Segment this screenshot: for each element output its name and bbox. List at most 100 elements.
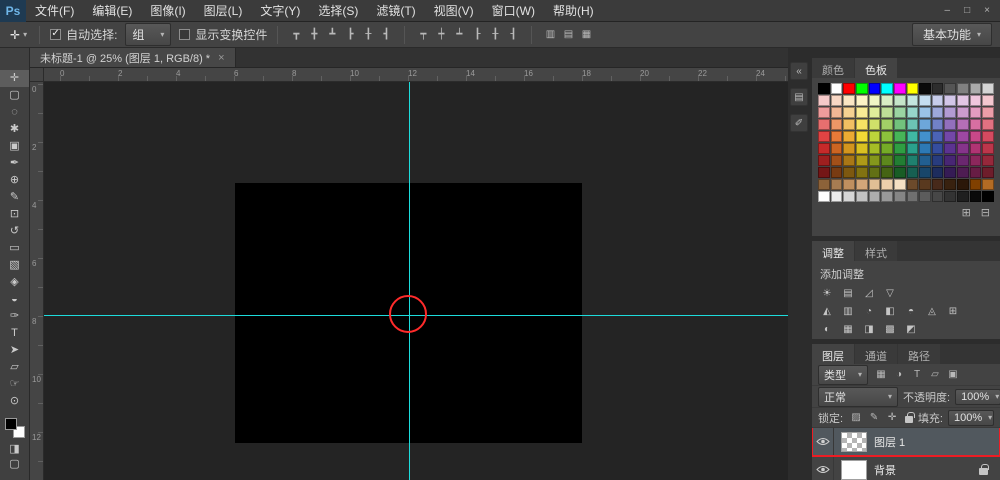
zoom-tool[interactable]: ⊙ <box>0 393 29 410</box>
foreground-background-colors[interactable] <box>5 418 25 438</box>
type-filter-icon[interactable]: T <box>909 367 925 383</box>
color-swatch[interactable] <box>869 191 881 202</box>
eyedropper-tool[interactable]: ✒ <box>0 155 29 172</box>
color-swatch[interactable] <box>944 83 956 94</box>
color-lookup-icon[interactable]: ⊞ <box>944 304 962 319</box>
color-swatch[interactable] <box>818 83 830 94</box>
color-swatch[interactable] <box>907 155 919 166</box>
color-swatch[interactable] <box>818 119 830 130</box>
color-swatch[interactable] <box>907 143 919 154</box>
align-left-edges-icon[interactable]: ┣ <box>342 27 358 43</box>
document-canvas[interactable] <box>44 82 788 480</box>
color-swatch[interactable] <box>843 83 855 94</box>
quick-selection-tool[interactable]: ✱ <box>0 121 29 138</box>
color-swatch[interactable] <box>856 83 868 94</box>
color-swatch[interactable] <box>831 131 843 142</box>
color-swatch[interactable] <box>907 167 919 178</box>
color-swatch[interactable] <box>843 107 855 118</box>
vibrance-icon[interactable]: ◭ <box>818 304 836 319</box>
color-swatch[interactable] <box>957 167 969 178</box>
color-swatch[interactable] <box>970 95 982 106</box>
clone-stamp-tool[interactable]: ⊡ <box>0 206 29 223</box>
color-swatch[interactable] <box>881 107 893 118</box>
threshold-icon[interactable]: ◨ <box>860 322 878 337</box>
menu-item[interactable]: 文件(F) <box>26 0 83 21</box>
black-white-icon[interactable]: ◧ <box>881 304 899 319</box>
color-swatch[interactable] <box>970 167 982 178</box>
color-swatch[interactable] <box>970 119 982 130</box>
menu-item[interactable]: 帮助(H) <box>544 0 603 21</box>
auto-align-layers-icon[interactable]: ▦ <box>578 27 594 43</box>
hue-saturation-icon[interactable]: ▥ <box>839 304 857 319</box>
color-swatch[interactable] <box>970 143 982 154</box>
color-swatch[interactable] <box>932 179 944 190</box>
photo-filter-icon[interactable]: ◓ <box>902 304 920 319</box>
gradient-tool[interactable]: ▧ <box>0 257 29 274</box>
color-swatch[interactable] <box>869 167 881 178</box>
document-tab[interactable]: 未标题-1 @ 25% (图层 1, RGB/8) * × <box>30 48 236 67</box>
color-swatch[interactable] <box>881 143 893 154</box>
color-swatch[interactable] <box>982 119 994 130</box>
color-swatch[interactable] <box>932 167 944 178</box>
color-swatch[interactable] <box>919 155 931 166</box>
checkbox-box[interactable]: ✓ <box>50 29 61 40</box>
color-swatch[interactable] <box>932 119 944 130</box>
color-swatch[interactable] <box>894 83 906 94</box>
menu-item[interactable]: 窗口(W) <box>483 0 544 21</box>
color-swatch[interactable] <box>944 119 956 130</box>
color-swatch[interactable] <box>881 95 893 106</box>
selective-color-icon[interactable]: ◩ <box>902 322 920 337</box>
color-swatch[interactable] <box>957 83 969 94</box>
color-swatch[interactable] <box>919 131 931 142</box>
close-tab-icon[interactable]: × <box>218 52 224 64</box>
color-swatch[interactable] <box>856 107 868 118</box>
distribute-widths-icon[interactable]: ▥ <box>542 27 558 43</box>
color-swatch[interactable] <box>856 167 868 178</box>
menu-item[interactable]: 视图(V) <box>425 0 483 21</box>
layer-row-background[interactable]: 背景 <box>812 456 1000 480</box>
color-swatch[interactable] <box>856 191 868 202</box>
new-swatch-icon[interactable]: ⊞ <box>962 206 971 219</box>
color-swatch[interactable] <box>831 143 843 154</box>
color-swatch[interactable] <box>957 107 969 118</box>
blur-tool[interactable]: ◈ <box>0 274 29 291</box>
color-swatch[interactable] <box>831 119 843 130</box>
color-swatch[interactable] <box>831 167 843 178</box>
crop-tool[interactable]: ▣ <box>0 138 29 155</box>
color-swatch[interactable] <box>944 191 956 202</box>
color-swatch[interactable] <box>944 155 956 166</box>
menu-item[interactable]: 文字(Y) <box>251 0 309 21</box>
color-swatch[interactable] <box>818 107 830 118</box>
color-swatch[interactable] <box>932 95 944 106</box>
color-swatch[interactable] <box>831 107 843 118</box>
color-swatch[interactable] <box>843 131 855 142</box>
tab-layers[interactable]: 图层 <box>812 344 854 364</box>
lock-transparent-pixels-icon[interactable]: ▨ <box>848 410 864 426</box>
color-swatch[interactable] <box>919 191 931 202</box>
posterize-icon[interactable]: ▦ <box>839 322 857 337</box>
color-swatch[interactable] <box>881 167 893 178</box>
menu-item[interactable]: 图层(L) <box>195 0 252 21</box>
color-swatch[interactable] <box>894 167 906 178</box>
color-swatch[interactable] <box>894 119 906 130</box>
menu-item[interactable]: 滤镜(T) <box>367 0 424 21</box>
color-swatch[interactable] <box>982 83 994 94</box>
color-swatch[interactable] <box>919 119 931 130</box>
exposure-icon[interactable]: ▽ <box>881 286 899 301</box>
color-swatch[interactable] <box>843 167 855 178</box>
color-swatch[interactable] <box>957 143 969 154</box>
foreground-color-swatch[interactable] <box>5 418 17 430</box>
color-swatch[interactable] <box>907 179 919 190</box>
color-swatch[interactable] <box>831 155 843 166</box>
tab-styles[interactable]: 样式 <box>855 241 897 261</box>
color-swatch[interactable] <box>919 107 931 118</box>
align-right-edges-icon[interactable]: ┫ <box>378 27 394 43</box>
auto-select-target-dropdown[interactable]: 组 ▾ <box>125 23 171 46</box>
align-horizontal-centers-icon[interactable]: ╂ <box>360 27 376 43</box>
color-swatch[interactable] <box>881 155 893 166</box>
color-swatch[interactable] <box>957 131 969 142</box>
color-swatch[interactable] <box>982 191 994 202</box>
color-swatch[interactable] <box>970 107 982 118</box>
color-swatch[interactable] <box>881 191 893 202</box>
tab-paths[interactable]: 路径 <box>898 344 940 364</box>
